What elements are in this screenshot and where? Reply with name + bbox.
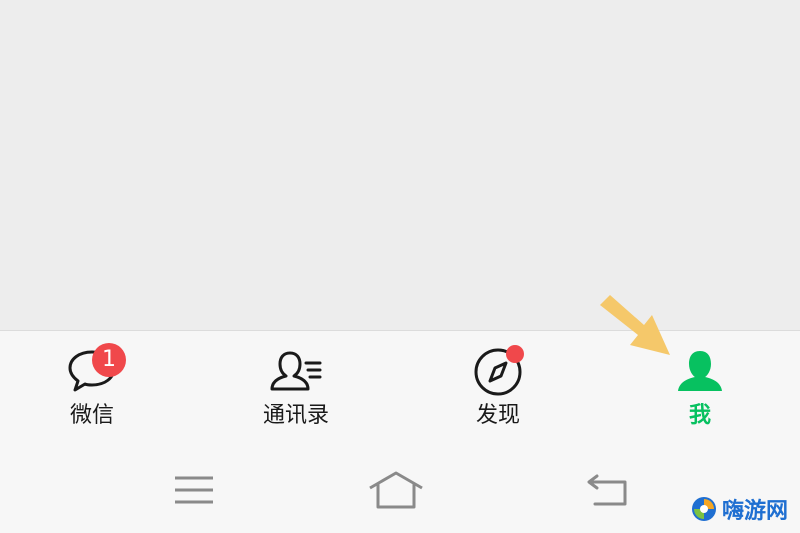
chat-bubble-icon: 1 xyxy=(64,343,126,397)
home-button[interactable] xyxy=(366,468,426,512)
system-nav-bar xyxy=(0,450,800,533)
menu-button[interactable] xyxy=(164,468,224,512)
tab-discover-label: 发现 xyxy=(475,403,520,428)
watermark-text: 嗨游网 xyxy=(722,499,789,524)
back-icon xyxy=(587,474,627,506)
watermark-logo-icon xyxy=(692,497,716,521)
tab-contacts-label: 通讯录 xyxy=(262,403,329,428)
bottom-tab-bar: 1 微信 通讯录 发现 我 xyxy=(0,330,800,451)
menu-icon xyxy=(175,476,213,504)
tab-chats[interactable]: 1 微信 xyxy=(22,343,162,435)
home-icon xyxy=(369,471,423,509)
pointer-arrow-icon xyxy=(600,295,670,355)
tab-contacts[interactable]: 通讯录 xyxy=(226,345,366,435)
unread-badge: 1 xyxy=(92,343,126,377)
tab-discover[interactable]: 发现 xyxy=(428,345,568,435)
person-icon xyxy=(672,345,728,397)
tab-chats-label: 微信 xyxy=(69,403,114,428)
back-button[interactable] xyxy=(578,468,638,512)
new-content-dot xyxy=(506,345,524,363)
tab-me-label: 我 xyxy=(688,403,711,428)
compass-icon xyxy=(470,345,526,397)
content-area xyxy=(0,0,800,330)
contacts-icon xyxy=(268,345,324,397)
watermark: 嗨游网 xyxy=(690,493,788,525)
